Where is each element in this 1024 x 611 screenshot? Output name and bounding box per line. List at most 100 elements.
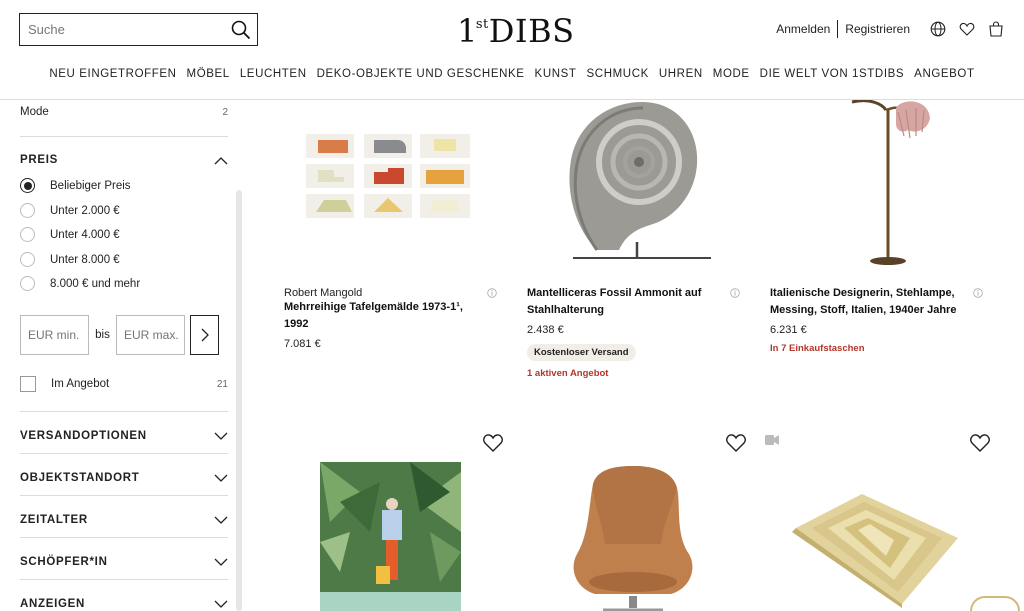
favorite-heart-icon[interactable] — [482, 433, 504, 453]
price-option-label: Unter 4.000 € — [50, 228, 120, 241]
favorite-heart-icon[interactable] — [725, 433, 747, 453]
video-icon[interactable] — [765, 435, 779, 445]
divider — [20, 411, 228, 412]
product-title-line1[interactable]: Mantelliceras Fossil Ammonit auf — [527, 285, 732, 302]
price-section-title: PREIS — [20, 154, 59, 166]
nav-decor[interactable]: DEKO-OBJEKTE UND GESCHENKE — [312, 68, 530, 80]
nav-art[interactable]: KUNST — [530, 68, 582, 80]
price-apply-button[interactable] — [190, 315, 219, 355]
on-sale-row[interactable]: Im Angebot 21 — [20, 376, 228, 392]
info-icon[interactable] — [973, 288, 983, 298]
section-title: ZEITALTER — [20, 514, 88, 526]
radio[interactable] — [20, 252, 35, 267]
info-icon[interactable] — [487, 288, 497, 298]
product-image-jungle-photo[interactable] — [320, 462, 461, 611]
product-meta: Italienische Designerin, Stehlampe, Mess… — [770, 285, 980, 354]
product-card[interactable]: Robert Mangold Mehrreihige Tafelgemälde … — [284, 100, 499, 360]
price-option-label: 8.000 € und mehr — [50, 277, 141, 290]
price-option-4000[interactable]: Unter 4.000 € — [20, 227, 120, 242]
shipping-section-header[interactable]: VERSANDOPTIONEN — [20, 430, 228, 442]
radio[interactable] — [20, 227, 35, 242]
globe-icon[interactable] — [930, 21, 946, 37]
nav-jewelry[interactable]: SCHMUCK — [582, 68, 654, 80]
chevron-up-icon[interactable] — [214, 156, 228, 165]
price-option-8000-plus[interactable]: 8.000 € und mehr — [20, 276, 140, 291]
product-image-egg-chair[interactable] — [563, 464, 703, 611]
product-price: 6.231 € — [770, 324, 807, 336]
product-card[interactable]: Mantelliceras Fossil Ammonit auf Stahlha… — [527, 100, 742, 390]
price-range: bis — [20, 315, 228, 355]
nav-sale[interactable]: ANGEBOT — [909, 68, 979, 80]
location-section-header[interactable]: OBJEKTSTANDORT — [20, 472, 228, 484]
price-option-any[interactable]: Beliebiger Preis — [20, 178, 131, 193]
chevron-right-icon — [201, 328, 209, 342]
product-image-mangold[interactable] — [306, 134, 474, 226]
account-bar: Anmelden Registrieren — [769, 20, 1004, 38]
help-chat-button[interactable] — [970, 596, 1020, 611]
radio[interactable] — [20, 203, 35, 218]
product-image-sculpture[interactable] — [792, 488, 962, 608]
on-sale-label: Im Angebot — [51, 378, 110, 390]
product-image-ammonite[interactable] — [557, 100, 717, 262]
register-link[interactable]: Registrieren — [838, 22, 917, 36]
cart-count-text: In 7 Einkaufstaschen — [770, 343, 865, 354]
favorite-heart-icon[interactable] — [969, 433, 991, 453]
product-title-line2[interactable]: Messing, Stoff, Italien, 1940er Jahre — [770, 302, 980, 319]
chevron-down-icon[interactable] — [214, 474, 228, 483]
price-option-label: Beliebiger Preis — [50, 179, 131, 192]
radio-selected[interactable] — [20, 178, 35, 193]
main-nav: NEU EINGETROFFEN MÖBEL LEUCHTEN DEKO-OBJ… — [0, 68, 1024, 80]
product-card[interactable] — [284, 430, 504, 611]
chevron-down-icon[interactable] — [214, 432, 228, 441]
info-icon[interactable] — [730, 288, 740, 298]
product-title-line2[interactable]: Stahlhalterung — [527, 302, 732, 319]
section-title: OBJEKTSTANDORT — [20, 472, 140, 484]
divider — [20, 537, 228, 538]
product-price: 2.438 € — [527, 324, 564, 336]
product-card[interactable] — [762, 430, 992, 611]
product-maker[interactable]: Robert Mangold — [284, 287, 489, 299]
price-min-input[interactable] — [20, 315, 89, 355]
nav-fashion[interactable]: MODE — [708, 68, 755, 80]
product-image-floor-lamp[interactable] — [830, 100, 940, 266]
search-input[interactable] — [20, 14, 220, 45]
price-option-8000[interactable]: Unter 8.000 € — [20, 252, 120, 267]
nav-new[interactable]: NEU EINGETROFFEN — [44, 68, 181, 80]
section-title: VERSANDOPTIONEN — [20, 430, 147, 442]
filter-mode-label: Mode — [20, 106, 49, 118]
product-title[interactable]: Mehrreihige Tafelgemälde 1973-1¹, 1992 — [284, 299, 489, 333]
login-link[interactable]: Anmelden — [769, 22, 837, 36]
on-sale-count: 21 — [216, 378, 228, 390]
shopping-bag-icon[interactable] — [988, 21, 1004, 37]
search-icon[interactable] — [231, 20, 251, 40]
search-box[interactable] — [19, 13, 258, 46]
period-section-header[interactable]: ZEITALTER — [20, 514, 228, 526]
price-section-header[interactable]: PREIS — [20, 154, 228, 166]
nav-watches[interactable]: UHREN — [654, 68, 708, 80]
nav-world[interactable]: DIE WELT VON 1STDIBS — [755, 68, 910, 80]
price-range-separator: bis — [95, 329, 110, 341]
active-offer-text: 1 aktiven Angebot — [527, 368, 609, 379]
heart-icon[interactable] — [959, 21, 975, 37]
section-title: SCHÖPFER*IN — [20, 556, 108, 568]
logo[interactable]: 1stDIBS — [457, 12, 574, 50]
filter-mode-row[interactable]: Mode 2 — [20, 106, 228, 118]
chevron-down-icon[interactable] — [214, 558, 228, 567]
chevron-down-icon[interactable] — [214, 600, 228, 609]
chevron-down-icon[interactable] — [214, 516, 228, 525]
product-card[interactable]: Italienische Designerin, Stehlampe, Mess… — [770, 100, 985, 370]
product-title-line1[interactable]: Italienische Designerin, Stehlampe, — [770, 285, 980, 302]
price-max-input[interactable] — [116, 315, 185, 355]
site-header: 1stDIBS Anmelden Registrieren NEU EINGET… — [0, 0, 1024, 100]
on-sale-checkbox[interactable] — [20, 376, 36, 392]
logo-dibs: DIBS — [488, 12, 575, 50]
nav-lighting[interactable]: LEUCHTEN — [235, 68, 312, 80]
display-section-header[interactable]: ANZEIGEN — [20, 598, 228, 610]
nav-furniture[interactable]: MÖBEL — [182, 68, 235, 80]
sidebar-scrollbar[interactable] — [236, 190, 242, 611]
product-card[interactable] — [527, 430, 747, 611]
divider — [20, 579, 228, 580]
price-option-2000[interactable]: Unter 2.000 € — [20, 203, 120, 218]
creator-section-header[interactable]: SCHÖPFER*IN — [20, 556, 228, 568]
radio[interactable] — [20, 276, 35, 291]
